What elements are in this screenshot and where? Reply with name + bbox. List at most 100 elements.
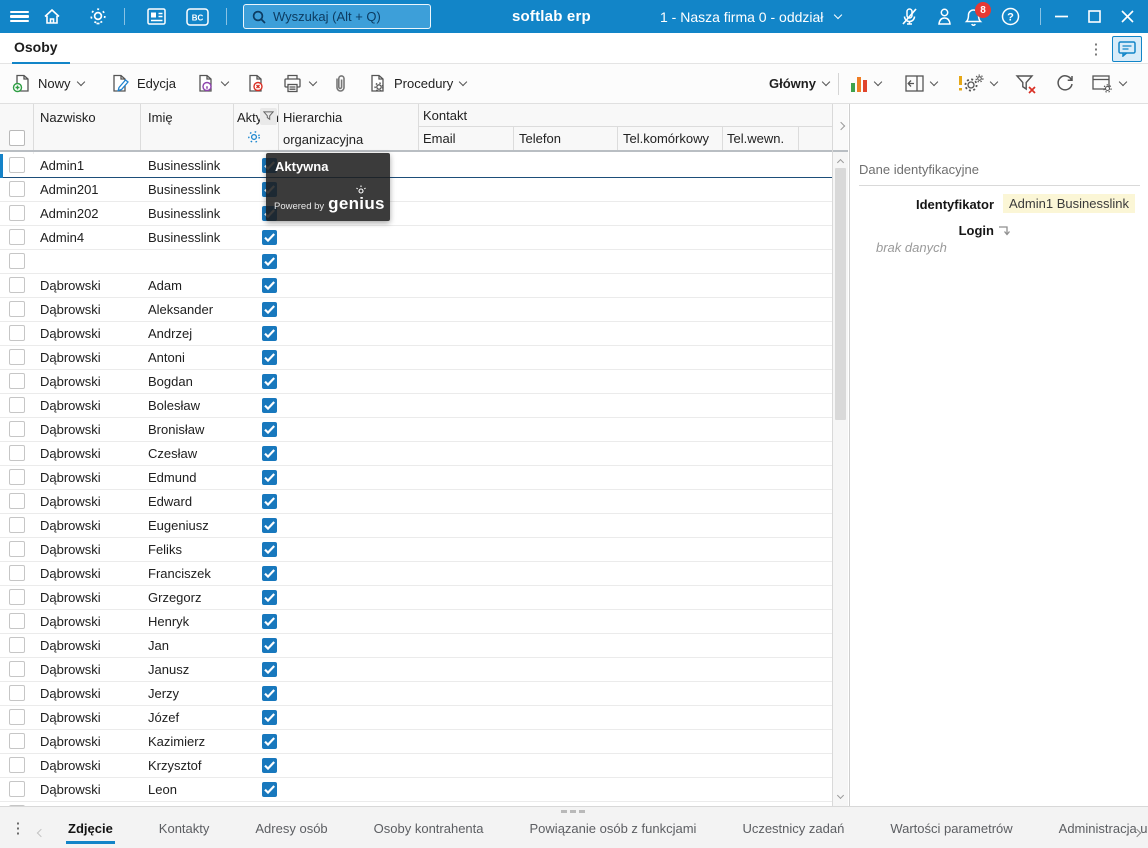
aktywna-checkbox[interactable] (262, 518, 277, 533)
settings-warning-button[interactable] (957, 64, 999, 103)
row-select-checkbox[interactable] (9, 253, 25, 269)
company-selector[interactable]: 1 - Nasza firma 0 - oddział (660, 0, 843, 33)
tabs-scroll-left[interactable] (36, 823, 46, 841)
table-row[interactable]: Dąbrowski Bronisław (0, 418, 832, 442)
home-icon[interactable] (43, 0, 61, 33)
table-row[interactable] (0, 250, 832, 274)
aktywna-checkbox[interactable] (262, 734, 277, 749)
tabrow-overflow-kebab-icon[interactable] (1087, 38, 1105, 60)
chat-button[interactable] (1112, 36, 1142, 62)
table-row[interactable]: Dąbrowski Czesław (0, 442, 832, 466)
row-select-checkbox[interactable] (9, 733, 25, 749)
table-row[interactable]: Dąbrowski Leon (0, 778, 832, 802)
column-header-hierarchia[interactable]: Hierarchia (283, 110, 342, 125)
aktywna-checkbox[interactable] (262, 710, 277, 725)
column-group-kontakt[interactable]: Kontakt (423, 108, 467, 123)
vertical-scrollbar[interactable] (833, 152, 848, 806)
bottom-tab-1[interactable]: Zdjęcie (66, 809, 115, 848)
table-row[interactable]: Admin1 Businesslink (0, 154, 832, 178)
bottom-tabs-kebab-icon[interactable] (10, 817, 26, 839)
aktywna-checkbox[interactable] (262, 350, 277, 365)
row-select-checkbox[interactable] (9, 421, 25, 437)
row-select-checkbox[interactable] (9, 757, 25, 773)
view-selector[interactable]: Główny (769, 64, 831, 103)
table-row[interactable]: Dąbrowski Franciszek (0, 562, 832, 586)
window-minimize-button[interactable] (1046, 0, 1076, 33)
table-row[interactable]: Dąbrowski Edmund (0, 466, 832, 490)
microphone-muted-icon[interactable] (899, 0, 920, 33)
column-header-hierarchia-line2[interactable]: organizacyjna (283, 132, 363, 147)
column-header-tel-komorkowy[interactable]: Tel.komórkowy (623, 131, 709, 146)
bottom-tab-3[interactable]: Adresy osób (253, 809, 329, 848)
bottom-tab-6[interactable]: Uczestnicy zadań (740, 809, 846, 848)
table-row[interactable]: Dąbrowski Bogdan (0, 370, 832, 394)
select-all-checkbox[interactable] (9, 130, 25, 146)
row-select-checkbox[interactable] (9, 325, 25, 341)
aktywna-checkbox[interactable] (262, 422, 277, 437)
menu-hamburger-icon[interactable] (10, 0, 29, 33)
search-input[interactable]: Wyszukaj (Alt + Q) (243, 4, 431, 29)
print-button[interactable] (282, 64, 318, 103)
column-filter-button[interactable] (260, 108, 277, 125)
clear-filter-button[interactable] (1015, 64, 1037, 103)
row-select-checkbox[interactable] (9, 301, 25, 317)
aktywna-checkbox[interactable] (262, 782, 277, 797)
column-header-telefon[interactable]: Telefon (519, 131, 561, 146)
bottom-tab-7[interactable]: Wartości parametrów (888, 809, 1014, 848)
attachment-button[interactable] (331, 64, 349, 103)
table-row[interactable]: Dąbrowski Bolesław (0, 394, 832, 418)
row-select-checkbox[interactable] (9, 493, 25, 509)
aktywna-checkbox[interactable] (262, 638, 277, 653)
row-select-checkbox[interactable] (9, 709, 25, 725)
row-select-checkbox[interactable] (9, 205, 25, 221)
aktywna-checkbox[interactable] (262, 494, 277, 509)
table-row[interactable]: Dąbrowski Henryk (0, 610, 832, 634)
aktywna-checkbox[interactable] (262, 398, 277, 413)
column-header-imie[interactable]: Imię (148, 110, 173, 125)
table-row[interactable]: Dąbrowski Feliks (0, 538, 832, 562)
row-select-checkbox[interactable] (9, 157, 25, 173)
aktywna-checkbox[interactable] (262, 230, 277, 245)
aktywna-checkbox[interactable] (262, 374, 277, 389)
row-select-checkbox[interactable] (9, 589, 25, 605)
login-link-icon[interactable] (998, 225, 1012, 237)
row-select-checkbox[interactable] (9, 565, 25, 581)
table-row[interactable]: Dąbrowski Kazimierz (0, 730, 832, 754)
window-close-button[interactable] (1112, 0, 1142, 33)
panel-layout-button[interactable] (905, 64, 939, 103)
panel-expander[interactable] (833, 104, 848, 152)
aktywna-checkbox[interactable] (262, 590, 277, 605)
row-select-checkbox[interactable] (9, 229, 25, 245)
aktywna-checkbox[interactable] (262, 254, 277, 269)
table-row[interactable]: Admin201 Businesslink (0, 178, 832, 202)
row-select-checkbox[interactable] (9, 469, 25, 485)
scroll-down-arrow[interactable] (833, 790, 848, 804)
table-row[interactable]: Dąbrowski Jan (0, 634, 832, 658)
row-select-checkbox[interactable] (9, 373, 25, 389)
aktywna-checkbox[interactable] (262, 302, 277, 317)
aktywna-checkbox[interactable] (262, 446, 277, 461)
document-info-button[interactable] (196, 64, 230, 103)
table-row[interactable]: Dąbrowski Aleksander (0, 298, 832, 322)
edit-button[interactable]: Edycja (110, 64, 176, 103)
news-icon[interactable] (147, 0, 168, 33)
row-select-checkbox[interactable] (9, 181, 25, 197)
row-select-checkbox[interactable] (9, 661, 25, 677)
help-icon[interactable]: ? (1001, 0, 1020, 33)
table-row[interactable]: Dąbrowski Jerzy (0, 682, 832, 706)
scroll-up-arrow[interactable] (833, 154, 848, 168)
row-select-checkbox[interactable] (9, 349, 25, 365)
table-row[interactable]: Dąbrowski Edward (0, 490, 832, 514)
table-row[interactable]: Admin202 Businesslink (0, 202, 832, 226)
genius-icon[interactable] (88, 0, 108, 33)
column-header-email[interactable]: Email (423, 131, 456, 146)
table-row[interactable]: Admin4 Businesslink (0, 226, 832, 250)
row-select-checkbox[interactable] (9, 397, 25, 413)
aktywna-checkbox[interactable] (262, 278, 277, 293)
tabs-scroll-right[interactable] (1132, 823, 1142, 841)
scrollbar-thumb[interactable] (835, 168, 846, 420)
bottom-tab-5[interactable]: Powiązanie osób z funkcjami (528, 809, 699, 848)
user-icon[interactable] (936, 0, 953, 33)
table-row[interactable]: Dąbrowski Andrzej (0, 322, 832, 346)
row-select-checkbox[interactable] (9, 685, 25, 701)
